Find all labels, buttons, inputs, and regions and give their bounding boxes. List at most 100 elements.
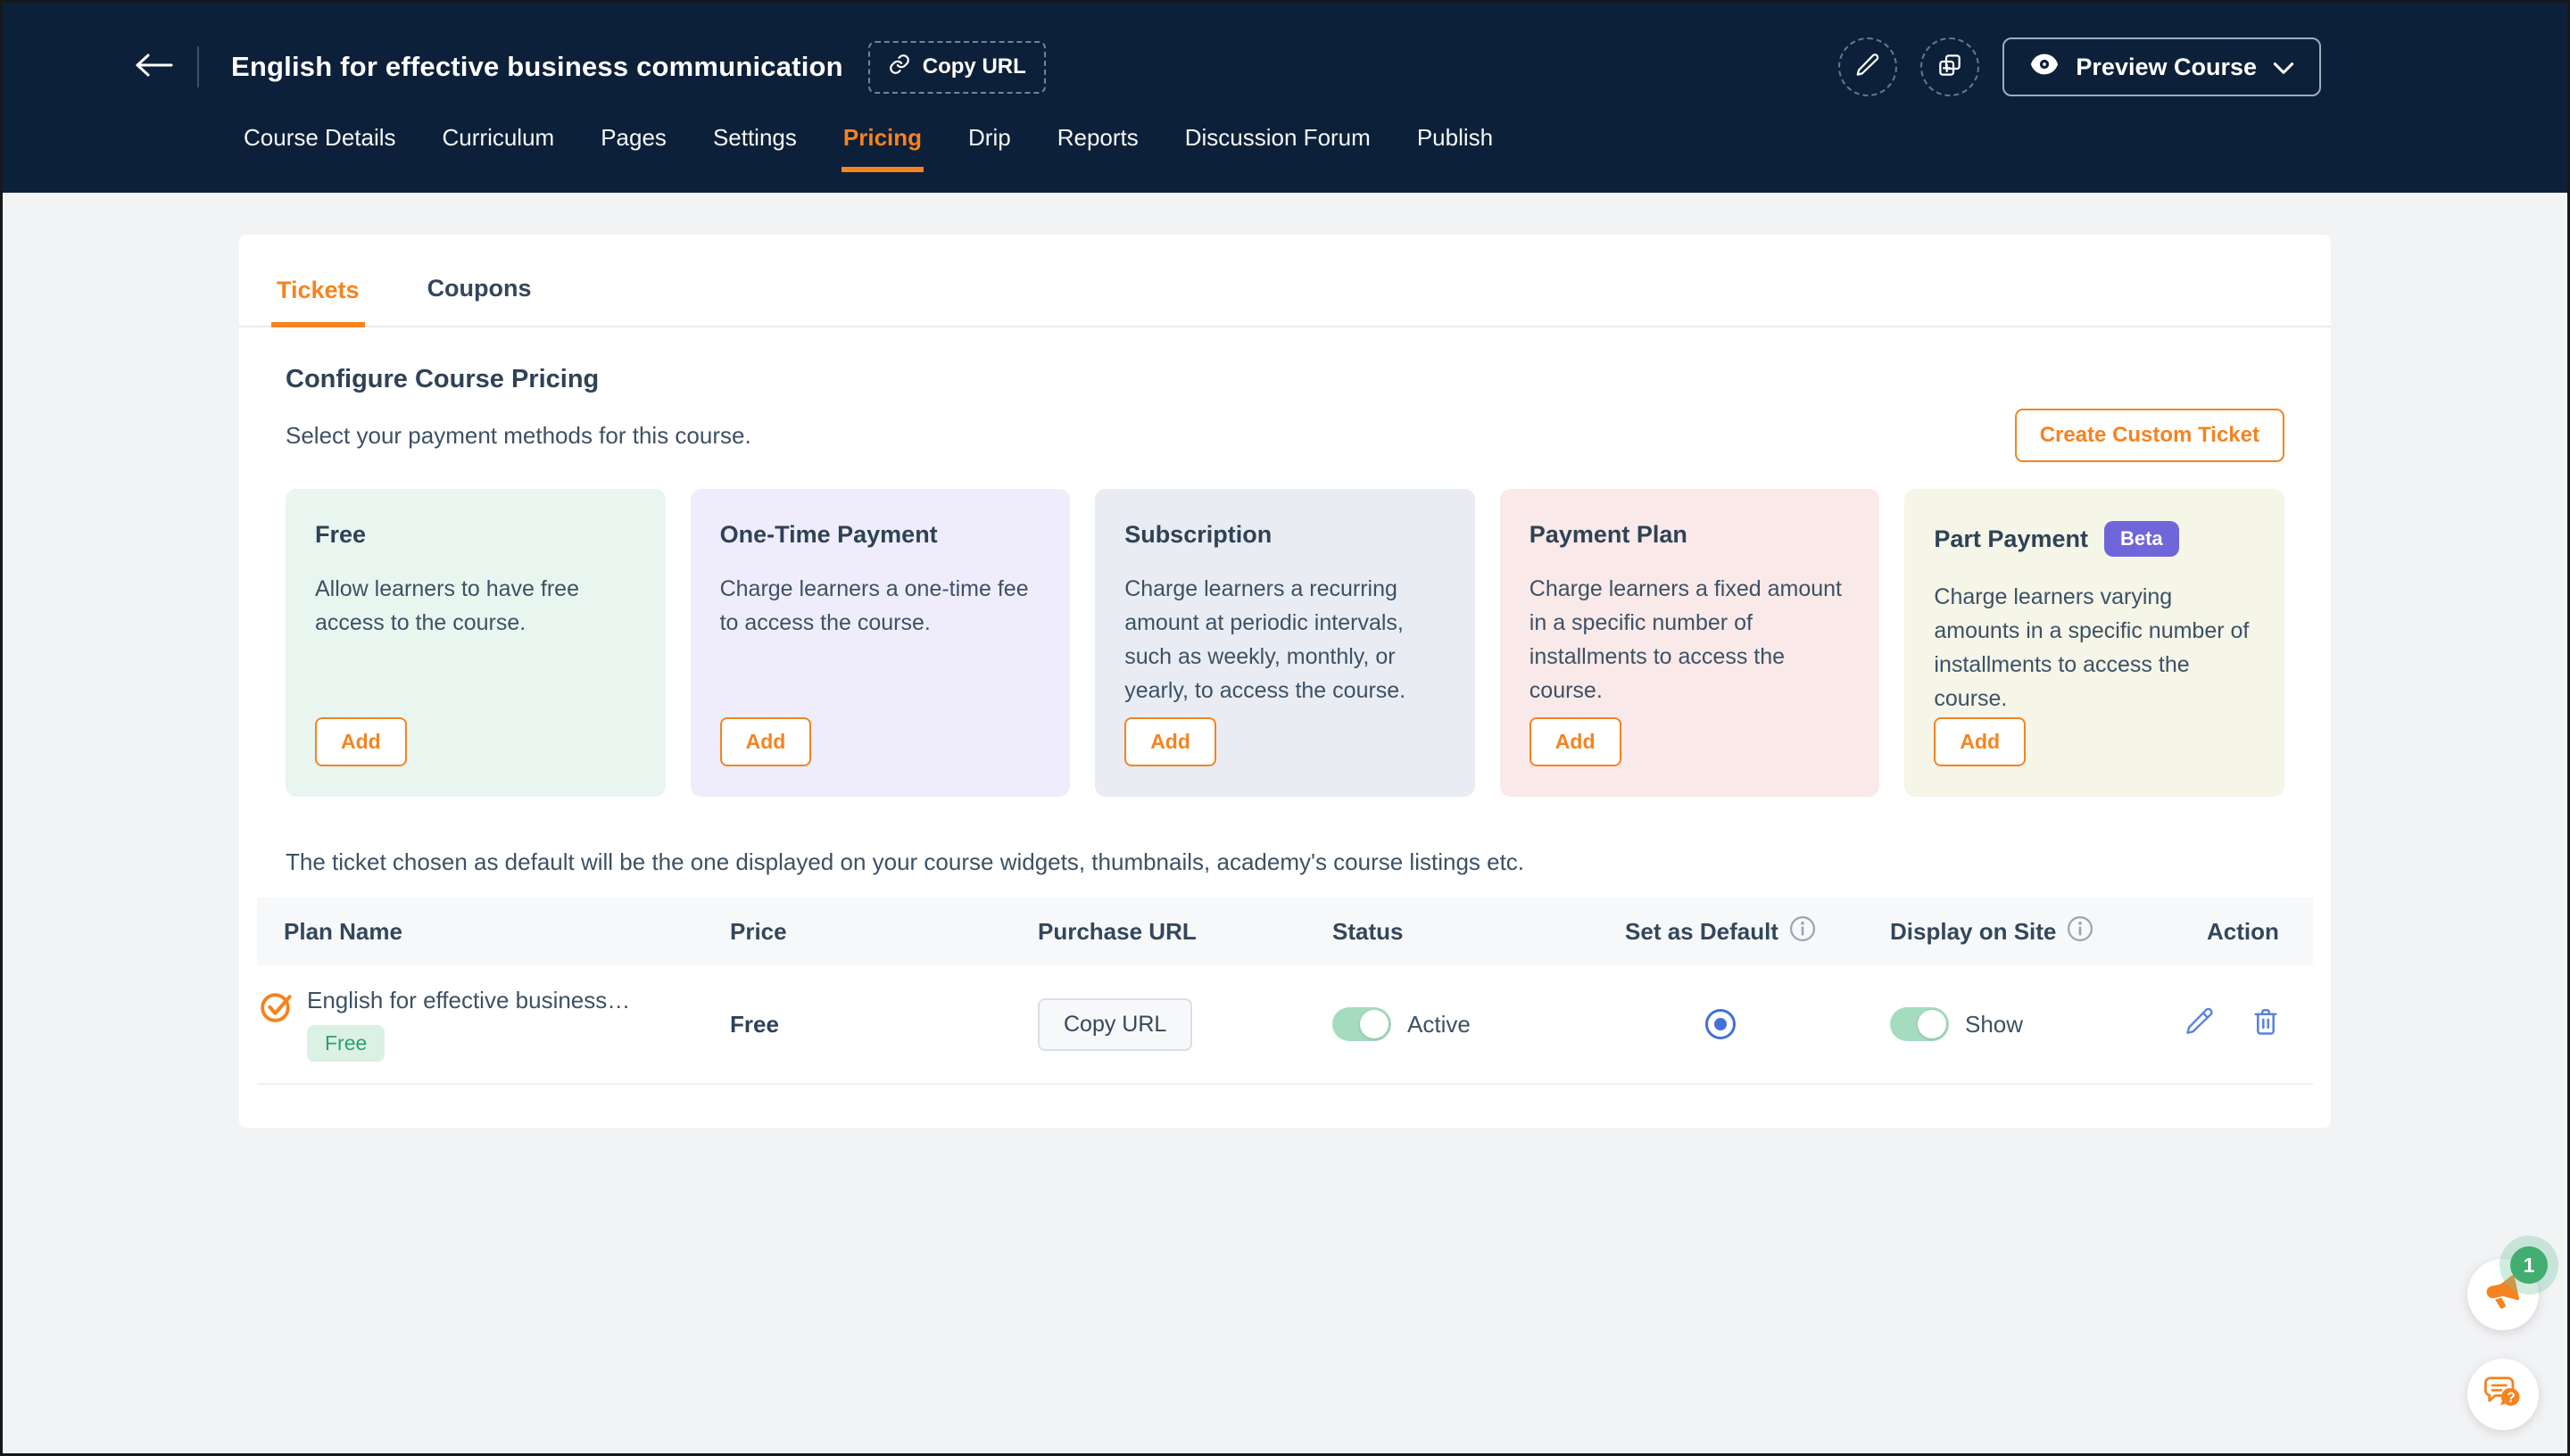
price-value: Free bbox=[730, 1011, 779, 1038]
trash-icon bbox=[2250, 1016, 2282, 1043]
header-copy-url-button[interactable]: Copy URL bbox=[868, 41, 1046, 94]
nav-tab-discussion-forum[interactable]: Discussion Forum bbox=[1183, 124, 1372, 172]
create-custom-ticket-button[interactable]: Create Custom Ticket bbox=[2015, 409, 2284, 462]
duplicate-course-button[interactable] bbox=[1920, 37, 1979, 96]
set-as-default-label: Set as Default bbox=[1625, 918, 1778, 946]
col-action: Action bbox=[2180, 918, 2313, 946]
card-one-time-add-button[interactable]: Add bbox=[720, 717, 812, 766]
course-nav-tabs: Course Details Curriculum Pages Settings… bbox=[242, 124, 2321, 172]
back-arrow-icon bbox=[133, 51, 174, 84]
plan-name-cell: English for effective business… Free bbox=[257, 987, 703, 1062]
eye-icon bbox=[2029, 53, 2060, 82]
nav-tab-course-details[interactable]: Course Details bbox=[242, 124, 398, 172]
configure-pricing-section: Configure Course Pricing Select your pay… bbox=[239, 327, 2331, 1128]
card-part-payment-description: Charge learners varying amounts in a spe… bbox=[1934, 580, 2255, 716]
main-content: Tickets Coupons Configure Course Pricing… bbox=[3, 193, 2567, 1128]
help-chat-icon: ? bbox=[2482, 1371, 2524, 1419]
row-copy-url-button[interactable]: Copy URL bbox=[1038, 998, 1192, 1051]
help-chat-fab[interactable]: ? bbox=[2467, 1359, 2539, 1430]
card-payment-plan-add-button[interactable]: Add bbox=[1530, 717, 1621, 766]
card-subscription-description: Charge learners a recurring amount at pe… bbox=[1124, 572, 1446, 707]
table-header-row: Plan Name Price Purchase URL Status Set … bbox=[257, 898, 2313, 965]
header-divider bbox=[197, 46, 199, 87]
nav-tab-drip[interactable]: Drip bbox=[966, 124, 1013, 172]
plan-type-badge: Free bbox=[307, 1025, 385, 1062]
beta-badge: Beta bbox=[2104, 521, 2179, 557]
panel-bottom-padding bbox=[286, 1085, 2284, 1128]
section-subheading: Select your payment methods for this cou… bbox=[286, 422, 751, 450]
card-subscription-title: Subscription bbox=[1124, 521, 1272, 549]
display-on-site-label: Display on Site bbox=[1890, 918, 2056, 946]
announcements-fab[interactable]: 1 bbox=[2467, 1259, 2539, 1330]
default-radio[interactable] bbox=[1705, 1009, 1736, 1039]
preview-course-button[interactable]: Preview Course bbox=[2002, 37, 2321, 96]
status-label: Active bbox=[1407, 1011, 1471, 1038]
col-set-as-default: Set as Default bbox=[1578, 915, 1863, 948]
delete-ticket-button[interactable] bbox=[2250, 1005, 2282, 1044]
app-header: English for effective business communica… bbox=[3, 3, 2567, 193]
header-copy-url-label: Copy URL bbox=[923, 54, 1026, 79]
card-subscription-add-button[interactable]: Add bbox=[1124, 717, 1216, 766]
display-toggle[interactable] bbox=[1890, 1007, 1949, 1041]
card-payment-plan: Payment Plan Charge learners a fixed amo… bbox=[1500, 489, 1880, 797]
table-row: English for effective business… Free Fre… bbox=[257, 965, 2313, 1085]
card-free-description: Allow learners to have free access to th… bbox=[315, 572, 636, 640]
chevron-down-icon bbox=[2273, 54, 2294, 81]
section-heading: Configure Course Pricing bbox=[286, 365, 2284, 394]
pencil-icon bbox=[1854, 52, 1881, 83]
price-cell: Free bbox=[703, 1011, 1011, 1038]
status-toggle[interactable] bbox=[1332, 1007, 1391, 1041]
card-free-title: Free bbox=[315, 521, 366, 549]
display-label: Show bbox=[1965, 1011, 2023, 1038]
card-part-payment-add-button[interactable]: Add bbox=[1934, 717, 2026, 766]
svg-text:?: ? bbox=[2507, 1390, 2515, 1405]
tickets-table: Plan Name Price Purchase URL Status Set … bbox=[257, 898, 2313, 1085]
subheading-row: Select your payment methods for this cou… bbox=[286, 409, 2284, 462]
header-actions: Preview Course bbox=[1838, 37, 2321, 96]
nav-tab-curriculum[interactable]: Curriculum bbox=[441, 124, 557, 172]
edit-pencil-icon bbox=[2184, 1016, 2216, 1043]
plan-name: English for effective business… bbox=[307, 987, 630, 1014]
preview-course-label: Preview Course bbox=[2076, 54, 2257, 81]
purchase-url-cell: Copy URL bbox=[1011, 998, 1306, 1051]
card-part-payment-title: Part Payment bbox=[1934, 525, 2088, 553]
announcement-count-badge: 1 bbox=[2510, 1246, 2548, 1284]
default-ticket-note: The ticket chosen as default will be the… bbox=[286, 848, 2284, 876]
link-icon bbox=[888, 53, 911, 82]
card-one-time-description: Charge learners a one-time fee to access… bbox=[720, 572, 1041, 640]
card-free-add-button[interactable]: Add bbox=[315, 717, 407, 766]
card-payment-plan-description: Charge learners a fixed amount in a spec… bbox=[1530, 572, 1851, 707]
header-top-row: English for effective business communica… bbox=[133, 24, 2321, 110]
card-subscription: Subscription Charge learners a recurring… bbox=[1095, 489, 1475, 797]
check-circle-icon bbox=[259, 989, 294, 1030]
info-icon[interactable] bbox=[2067, 915, 2093, 948]
edit-ticket-button[interactable] bbox=[2184, 1005, 2216, 1044]
display-on-site-cell: Show bbox=[1863, 1007, 2180, 1041]
card-one-time-title: One-Time Payment bbox=[720, 521, 938, 549]
nav-tab-reports[interactable]: Reports bbox=[1056, 124, 1140, 172]
nav-tab-pricing[interactable]: Pricing bbox=[841, 124, 924, 172]
nav-tab-settings[interactable]: Settings bbox=[711, 124, 799, 172]
col-status: Status bbox=[1306, 918, 1578, 946]
pricing-panel: Tickets Coupons Configure Course Pricing… bbox=[239, 235, 2331, 1128]
info-icon[interactable] bbox=[1789, 915, 1816, 948]
col-display-on-site: Display on Site bbox=[1863, 915, 2180, 948]
col-purchase-url: Purchase URL bbox=[1011, 918, 1306, 946]
tab-coupons[interactable]: Coupons bbox=[422, 275, 537, 326]
set-as-default-cell bbox=[1578, 1009, 1863, 1039]
action-cell bbox=[2180, 1005, 2313, 1044]
tab-tickets[interactable]: Tickets bbox=[271, 277, 365, 327]
card-part-payment: Part Payment Beta Charge learners varyin… bbox=[1904, 489, 2284, 797]
nav-tab-pages[interactable]: Pages bbox=[599, 124, 668, 172]
card-payment-plan-title: Payment Plan bbox=[1530, 521, 1687, 549]
nav-tab-publish[interactable]: Publish bbox=[1415, 124, 1495, 172]
col-price: Price bbox=[703, 918, 1011, 946]
back-button[interactable] bbox=[133, 51, 174, 84]
col-plan-name: Plan Name bbox=[257, 918, 703, 946]
pricing-subtabs: Tickets Coupons bbox=[239, 235, 2331, 327]
course-title: English for effective business communica… bbox=[231, 51, 843, 83]
edit-course-button[interactable] bbox=[1838, 37, 1897, 96]
card-one-time-payment: One-Time Payment Charge learners a one-t… bbox=[691, 489, 1071, 797]
plan-info: English for effective business… Free bbox=[307, 987, 630, 1062]
status-cell: Active bbox=[1306, 1007, 1578, 1041]
